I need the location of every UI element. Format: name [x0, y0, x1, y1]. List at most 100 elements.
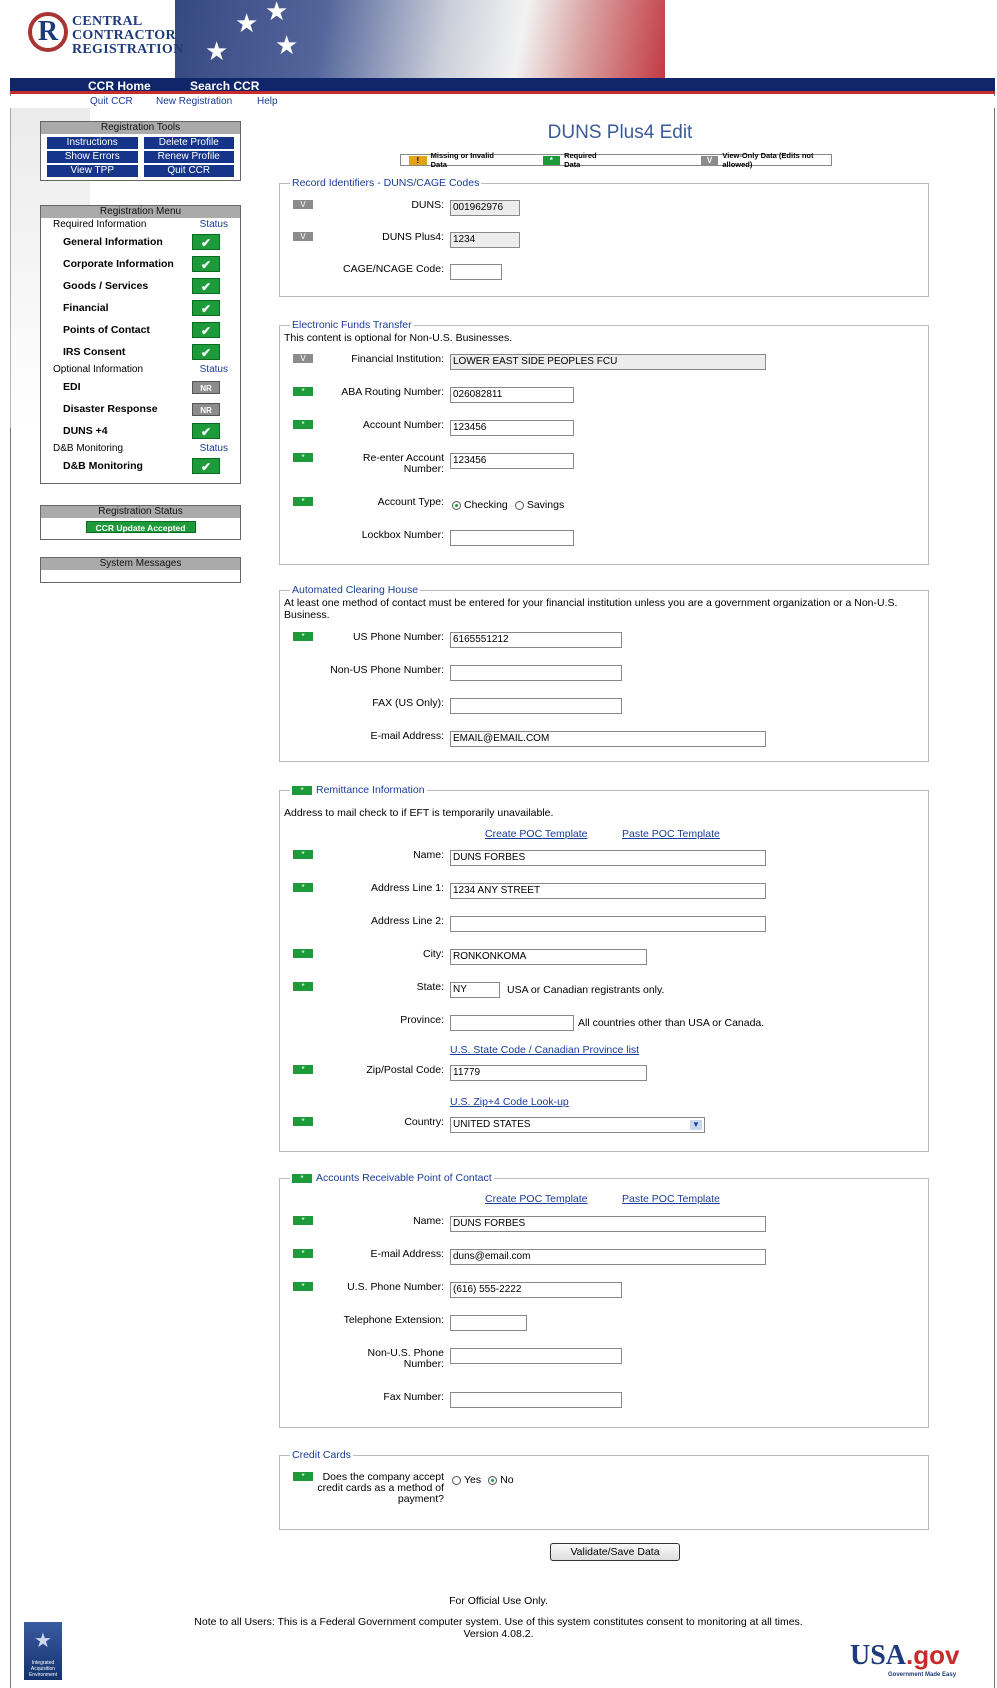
country-select[interactable]: UNITED STATES ▼ [450, 1117, 705, 1133]
non-us-phone-input[interactable] [450, 665, 622, 681]
savings-radio[interactable]: Savings [514, 499, 564, 511]
ar-fax-input[interactable] [450, 1392, 622, 1408]
header-banner: ★ ★ ★ ★ R Central Contractor Registratio… [10, 0, 995, 78]
required-header: Required Information Status [53, 219, 228, 230]
registration-status-panel: Registration Status CCR Update Accepted [40, 505, 241, 540]
check-icon: ✔ [192, 423, 220, 439]
ccr-logo-icon[interactable]: R [28, 12, 68, 52]
province-input[interactable] [450, 1015, 574, 1031]
optional-header: Optional Information Status [53, 364, 228, 375]
aba-routing-input[interactable]: 026082811 [450, 387, 574, 403]
version-text: Version 4.08.2. [463, 1628, 534, 1640]
quit-ccr-button[interactable]: Quit CCR [143, 165, 234, 177]
account-type-radio-group: Checking Savings [452, 499, 568, 513]
menu-disaster-response[interactable]: Disaster Response NR [41, 398, 240, 420]
reenter-account-input[interactable]: 123456 [450, 453, 574, 469]
iae-logo-icon: ★ Integrated Acquisition Environment [24, 1622, 62, 1680]
menu-edi[interactable]: EDI NR [41, 376, 240, 398]
ar-non-us-phone-input[interactable] [450, 1348, 622, 1364]
duns-field: 001962976 [450, 200, 520, 216]
menu-points-of-contact[interactable]: Points of Contact ✔ [41, 319, 240, 341]
eft-section: Electronic Funds Transfer This content i… [279, 319, 929, 565]
missing-data-icon: ! [409, 155, 427, 165]
required-icon: * [293, 453, 313, 462]
subnav-help[interactable]: Help [257, 96, 278, 107]
ar-phone-input[interactable]: (616) 555-2222 [450, 1282, 622, 1298]
menu-goods-services[interactable]: Goods / Services ✔ [41, 275, 240, 297]
check-icon: ✔ [192, 322, 220, 338]
credit-yes-radio[interactable]: Yes [452, 1474, 481, 1486]
credit-cards-section: Credit Cards * Does the company accept cr… [279, 1449, 929, 1530]
state-province-list-link[interactable]: U.S. State Code / Canadian Province list [450, 1044, 639, 1056]
flag-graphic: ★ ★ ★ ★ [175, 0, 665, 78]
menu-general-information[interactable]: General Information ✔ [41, 231, 240, 253]
menu-corporate-information[interactable]: Corporate Information ✔ [41, 253, 240, 275]
check-icon: ✔ [192, 256, 220, 272]
remittance-section: * Remittance Information Address to mail … [279, 784, 929, 1152]
registration-tools-panel: Registration Tools Instructions Delete P… [40, 121, 241, 181]
registration-menu-panel: Registration Menu Required Information St… [40, 205, 241, 484]
us-phone-input[interactable]: 6165551212 [450, 632, 622, 648]
dnb-header: D&B Monitoring Status [53, 443, 228, 454]
subnav-quit-ccr[interactable]: Quit CCR [90, 96, 133, 107]
check-icon: ✔ [192, 300, 220, 316]
check-icon: ✔ [192, 278, 220, 294]
address-line2-input[interactable] [450, 916, 766, 932]
main-navbar: CCR Home Search CCR [10, 78, 995, 94]
field-legend: ! Missing or Invalid Data * Required Data … [400, 151, 832, 169]
nr-badge: NR [192, 402, 220, 416]
lockbox-input[interactable] [450, 530, 574, 546]
usa-gov-logo[interactable]: USA.gov Government Made Easy [850, 1640, 959, 1678]
ach-section: Automated Clearing House At least one me… [279, 584, 929, 762]
ar-extension-input[interactable] [450, 1315, 527, 1331]
create-poc-template-link[interactable]: Create POC Template [485, 1193, 588, 1205]
fax-input[interactable] [450, 698, 622, 714]
menu-duns-plus4[interactable]: DUNS +4 ✔ [41, 420, 240, 442]
section-title: Record Identifiers - DUNS/CAGE Codes [290, 177, 482, 189]
required-icon: * [292, 785, 312, 795]
record-identifiers-section: Record Identifiers - DUNS/CAGE Codes V DU… [279, 177, 929, 297]
registration-tools-title: Registration Tools [41, 122, 240, 134]
nav-ccr-home[interactable]: CCR Home [88, 79, 151, 93]
validate-save-button[interactable]: Validate/Save Data [550, 1543, 680, 1561]
sub-navbar: Quit CCR New Registration Help [10, 96, 995, 108]
subnav-new-registration[interactable]: New Registration [156, 96, 232, 107]
check-icon: ✔ [192, 458, 220, 474]
nav-search-ccr[interactable]: Search CCR [190, 79, 259, 93]
address-line1-input[interactable]: 1234 ANY STREET [450, 883, 766, 899]
create-poc-template-link[interactable]: Create POC Template [485, 828, 588, 840]
instructions-button[interactable]: Instructions [47, 137, 138, 149]
account-number-input[interactable]: 123456 [450, 420, 574, 436]
checking-radio[interactable]: Checking [452, 499, 508, 511]
check-icon: ✔ [192, 344, 220, 360]
remit-name-input[interactable]: DUNS FORBES [450, 850, 766, 866]
ccr-logo-text: Central Contractor Registration [72, 14, 184, 57]
state-input[interactable]: NY [450, 982, 500, 998]
view-tpp-button[interactable]: View TPP [47, 165, 138, 177]
zip-input[interactable]: 11779 [450, 1065, 647, 1081]
view-only-icon: V [700, 155, 719, 165]
page-title: DUNS Plus4 Edit [547, 122, 693, 143]
renew-profile-button[interactable]: Renew Profile [143, 151, 234, 163]
delete-profile-button[interactable]: Delete Profile [143, 137, 234, 149]
ar-email-input[interactable]: duns@email.com [450, 1249, 766, 1265]
email-input[interactable]: EMAIL@EMAIL.COM [450, 731, 766, 747]
menu-dnb-monitoring[interactable]: D&B Monitoring ✔ [41, 455, 240, 477]
paste-poc-template-link[interactable]: Paste POC Template [622, 1193, 720, 1205]
ar-name-input[interactable]: DUNS FORBES [450, 1216, 766, 1232]
chevron-down-icon: ▼ [690, 1120, 702, 1130]
show-errors-button[interactable]: Show Errors [47, 151, 138, 163]
menu-financial[interactable]: Financial ✔ [41, 297, 240, 319]
ar-poc-section: * Accounts Receivable Point of Contact Cr… [279, 1172, 929, 1428]
status-badge: CCR Update Accepted [85, 521, 196, 533]
menu-irs-consent[interactable]: IRS Consent ✔ [41, 341, 240, 363]
zip-lookup-link[interactable]: U.S. Zip+4 Code Look-up [450, 1096, 569, 1108]
cage-code-input[interactable] [450, 264, 502, 280]
check-icon: ✔ [192, 234, 220, 250]
city-input[interactable]: RONKONKOMA [450, 949, 647, 965]
credit-no-radio[interactable]: No [488, 1474, 514, 1486]
federal-notice-text: Note to all Users: This is a Federal Gov… [194, 1616, 803, 1628]
paste-poc-template-link[interactable]: Paste POC Template [622, 828, 720, 840]
nr-badge: NR [192, 380, 220, 394]
system-messages-panel: System Messages [40, 557, 241, 583]
